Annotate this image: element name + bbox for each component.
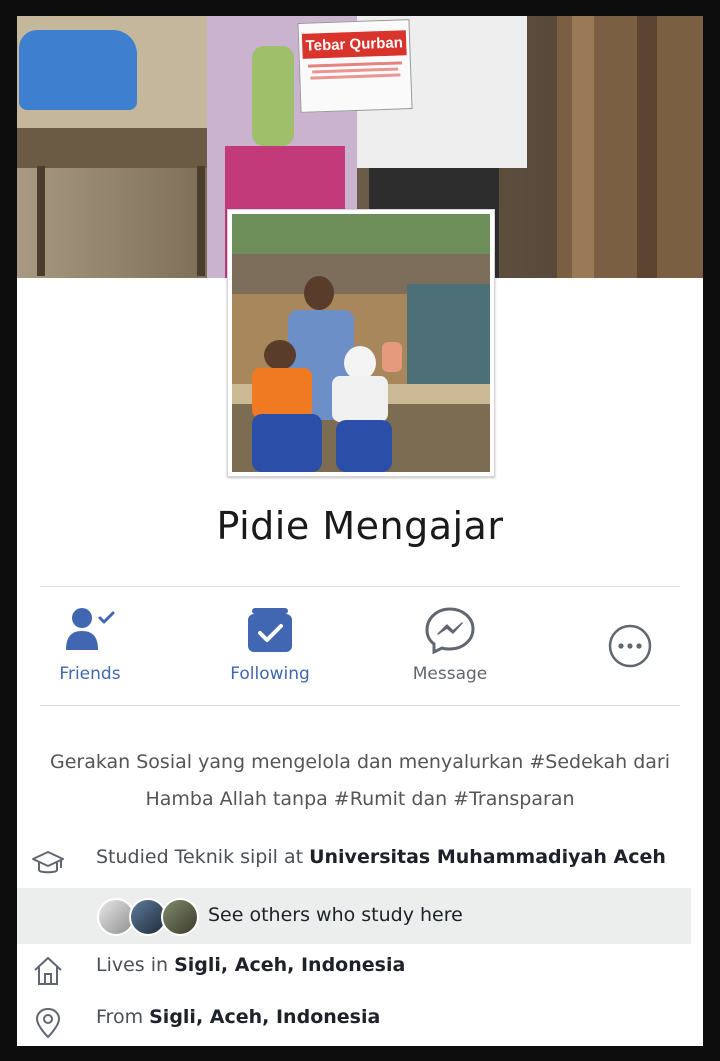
more-button[interactable] (570, 622, 690, 674)
profile-picture[interactable] (227, 209, 495, 477)
message-button[interactable]: Message (390, 606, 510, 684)
location-pin-icon (35, 1007, 61, 1039)
graduation-cap-icon (32, 851, 64, 874)
school-link[interactable]: Universitas Muhammadiyah Aceh (309, 846, 666, 868)
tebar-qurban-sign: Tebar Qurban (297, 19, 413, 113)
education-text: Studied Teknik sipil at Universitas Muha… (96, 846, 666, 868)
following-button[interactable]: Following (210, 606, 330, 684)
friends-check-icon (66, 608, 115, 650)
divider (40, 586, 680, 587)
education-row[interactable]: Studied Teknik sipil at Universitas Muha… (17, 842, 703, 882)
friends-label: Friends (59, 664, 121, 684)
avatar (161, 898, 199, 936)
from-row[interactable]: From Sigli, Aceh, Indonesia (17, 1002, 703, 1042)
profile-card: Tebar Qurban Pidie Mengajar Friends Foll… (17, 16, 703, 1046)
lives-in-text: Lives in Sigli, Aceh, Indonesia (96, 954, 406, 976)
divider (40, 705, 680, 706)
page-title: Pidie Mengajar (216, 504, 504, 548)
messenger-icon (425, 607, 475, 655)
profile-photo (232, 214, 490, 472)
lives-in-row[interactable]: Lives in Sigli, Aceh, Indonesia (17, 950, 703, 990)
from-place-link[interactable]: Sigli, Aceh, Indonesia (149, 1006, 380, 1028)
lives-place-link[interactable]: Sigli, Aceh, Indonesia (174, 954, 405, 976)
home-icon (34, 957, 62, 985)
message-label: Message (412, 664, 488, 684)
page-bio: Gerakan Sosial yang mengelola dan menyal… (49, 751, 670, 810)
see-others-label: See others who study here (208, 904, 463, 926)
following-check-icon (248, 608, 292, 652)
from-text: From Sigli, Aceh, Indonesia (96, 1006, 381, 1028)
friends-button[interactable]: Friends (30, 606, 150, 684)
more-icon (608, 624, 652, 668)
following-label: Following (230, 664, 310, 684)
see-others-row[interactable]: See others who study here (17, 888, 691, 944)
